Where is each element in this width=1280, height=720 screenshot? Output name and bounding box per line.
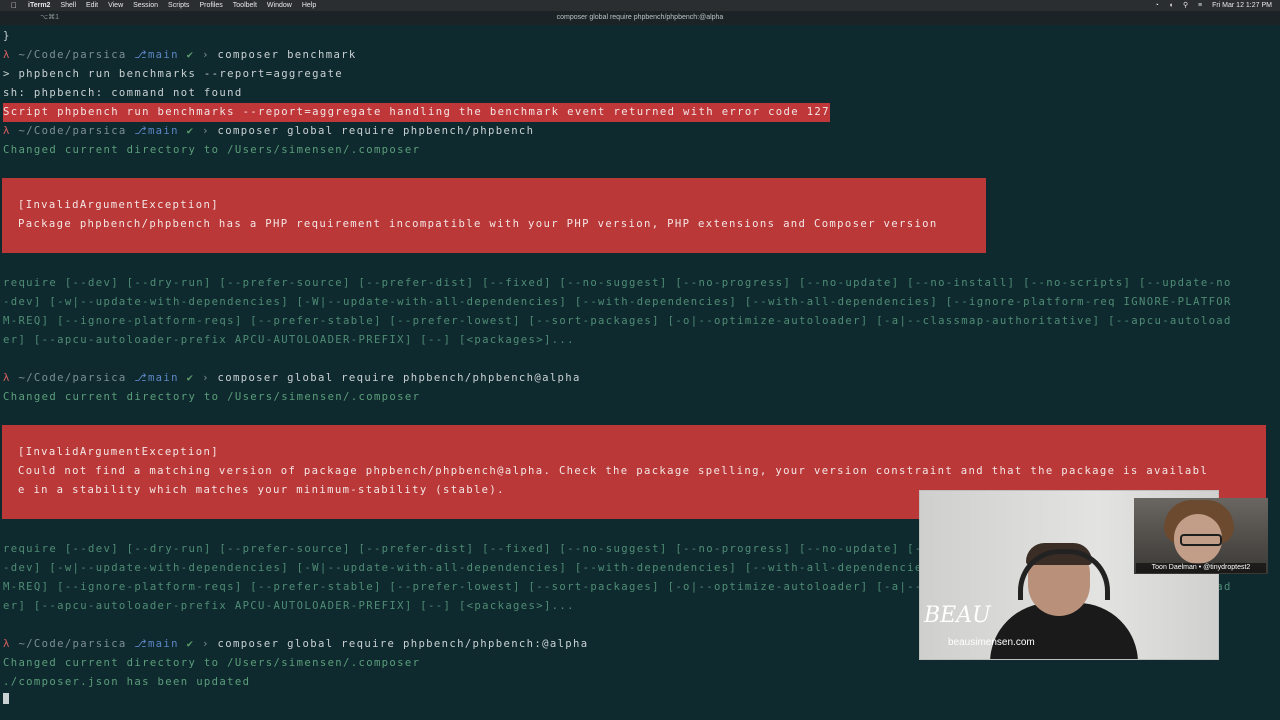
output-line: sh: phpbench: command not found [3, 87, 243, 99]
prompt-line: λ ~/Code/parsica ⎇main ✔ › composer glob… [3, 122, 534, 141]
output-line: Changed current directory to /Users/sime… [3, 657, 421, 669]
command-text: composer global require phpbench/phpbenc… [217, 372, 581, 384]
menu-shell[interactable]: Shell [60, 2, 76, 9]
prompt-line: λ ~/Code/parsica ⎇main ✔ › composer benc… [3, 46, 357, 65]
prompt-lambda: λ [3, 638, 11, 650]
control-center-icon[interactable]: ≡ [1198, 2, 1202, 9]
menu-view[interactable]: View [108, 2, 123, 9]
prompt-check: ✔ [178, 372, 195, 384]
menu-toolbelt[interactable]: Toolbelt [233, 2, 257, 9]
git-branch-icon: ⎇ [134, 125, 148, 137]
guest-caption: Toon Daelman • @tinydroptest2 [1136, 563, 1266, 573]
status-area: ◔ ◖ ⚲ ≡ Fri Mar 12 1:27 PM [1147, 0, 1272, 11]
apple-icon[interactable]:  [11, 0, 17, 11]
clock[interactable]: Fri Mar 12 1:27 PM [1212, 2, 1272, 9]
window-title-bar: ⌥⌘1 composer global require phpbench/php… [0, 11, 1280, 25]
usage-line: -dev] [-w|--update-with-dependencies] [-… [3, 296, 1232, 308]
output-line: ./composer.json has been updated [3, 676, 251, 688]
error-message: e in a stability which matches your mini… [18, 484, 505, 496]
git-branch-icon: ⎇ [134, 372, 148, 384]
usage-line: er] [--apcu-autoloader-prefix APCU-AUTOL… [3, 600, 575, 612]
prompt-path: ~/Code/parsica [10, 638, 135, 650]
prompt-check: ✔ [178, 49, 195, 61]
terminal-cursor [3, 693, 9, 704]
menu-window[interactable]: Window [267, 2, 292, 9]
search-icon[interactable]: ⚲ [1183, 2, 1188, 9]
prompt-arrow: › [194, 125, 218, 137]
usage-line: M-REQ] [--ignore-platform-reqs] [--prefe… [3, 315, 1232, 327]
prompt-lambda: λ [3, 125, 11, 137]
guest-glasses [1180, 534, 1222, 546]
menu-help[interactable]: Help [302, 2, 316, 9]
prompt-arrow: › [194, 638, 218, 650]
error-message: Could not find a matching version of pac… [18, 465, 1209, 477]
output-line: Changed current directory to /Users/sime… [3, 144, 421, 156]
error-title: [InvalidArgumentException] [18, 199, 219, 211]
command-text: composer global require phpbench/phpbenc… [217, 638, 589, 650]
usage-line: er] [--apcu-autoloader-prefix APCU-AUTOL… [3, 334, 575, 346]
output-line: > phpbench run benchmarks --report=aggre… [3, 68, 344, 80]
prompt-check: ✔ [178, 638, 195, 650]
prompt-branch: main [147, 49, 179, 61]
error-line: Script phpbench run benchmarks --report=… [3, 103, 830, 122]
prompt-branch: main [147, 372, 179, 384]
prompt-check: ✔ [178, 125, 195, 137]
prompt-branch: main [147, 125, 179, 137]
error-title: [InvalidArgumentException] [18, 446, 219, 458]
prompt-path: ~/Code/parsica [10, 49, 135, 61]
closing-brace: } [3, 30, 11, 42]
wifi-icon[interactable]: ◔ [1155, 2, 1159, 9]
prompt-arrow: › [194, 49, 218, 61]
guest-webcam: Toon Daelman • @tinydroptest2 [1134, 498, 1268, 574]
menu-edit[interactable]: Edit [86, 2, 98, 9]
error-message: Package phpbench/phpbench has a PHP requ… [18, 218, 938, 230]
command-text: composer benchmark [217, 49, 357, 61]
window-title: composer global require phpbench/phpbenc… [556, 14, 724, 21]
prompt-lambda: λ [3, 49, 11, 61]
prompt-branch: main [147, 638, 179, 650]
prompt-arrow: › [194, 372, 218, 384]
prompt-line: λ ~/Code/parsica ⎇main ✔ › composer glob… [3, 369, 581, 388]
git-branch-icon: ⎇ [134, 638, 148, 650]
prompt-path: ~/Code/parsica [10, 372, 135, 384]
host-site: beausimensen.com [948, 637, 1035, 648]
menu-scripts[interactable]: Scripts [168, 2, 189, 9]
prompt-lambda: λ [3, 372, 11, 384]
usage-line: require [--dev] [--dry-run] [--prefer-so… [3, 277, 1232, 289]
menu-profiles[interactable]: Profiles [199, 2, 222, 9]
menu-session[interactable]: Session [133, 2, 158, 9]
output-line: Changed current directory to /Users/sime… [3, 391, 421, 403]
prompt-path: ~/Code/parsica [10, 125, 135, 137]
git-branch-icon: ⎇ [134, 49, 148, 61]
command-text: composer global require phpbench/phpbenc… [217, 125, 535, 137]
prompt-line: λ ~/Code/parsica ⎇main ✔ › composer glob… [3, 635, 588, 654]
volume-icon[interactable]: ◖ [1169, 2, 1173, 9]
menu-iterm2[interactable]: iTerm2 [28, 2, 50, 9]
error-box: [InvalidArgumentException] Package phpbe… [2, 178, 986, 253]
menu-items: iTerm2 Shell Edit View Session Scripts Profile… [28, 0, 326, 11]
menu-bar:  iTerm2 Shell Edit View Session Scripts Profi… [0, 0, 1280, 11]
